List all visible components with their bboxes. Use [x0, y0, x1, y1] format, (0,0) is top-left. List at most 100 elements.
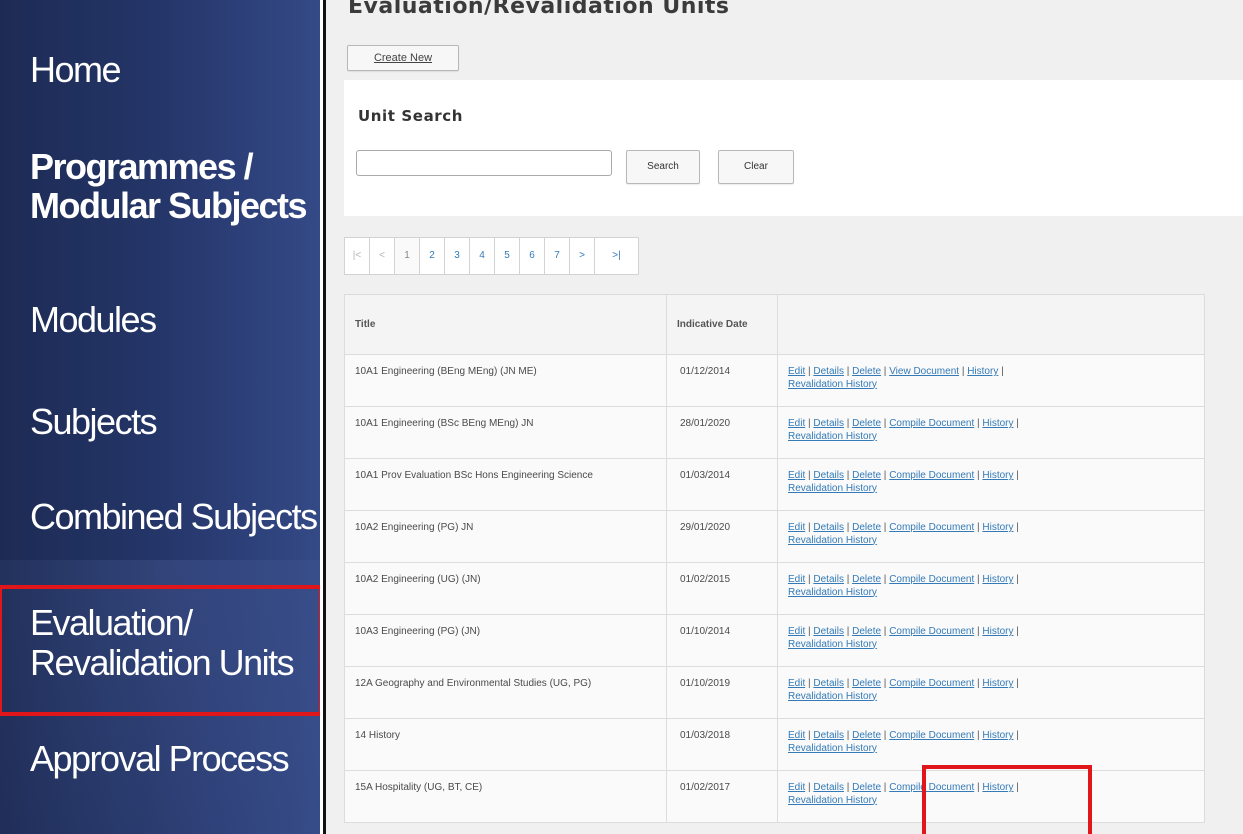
row-title: 10A2 Engineering (PG) JN: [344, 510, 667, 563]
nav-item-label: Subjects: [30, 401, 158, 442]
table-row: 14 History 01/03/2018 Edit | Details | Del…: [344, 718, 1205, 771]
details-link[interactable]: Details: [813, 626, 844, 637]
pager-page-1[interactable]: 1: [395, 238, 420, 274]
history-link[interactable]: History: [982, 730, 1013, 741]
nav-item-label: Modular Subjects: [30, 184, 308, 226]
nav-item-label: Combined Subjects: [30, 496, 318, 537]
delete-link[interactable]: Delete: [852, 678, 881, 689]
row-indicative-date: 01/02/2017: [666, 770, 778, 823]
document-link[interactable]: Compile Document: [889, 574, 974, 585]
history-link[interactable]: History: [982, 678, 1013, 689]
delete-link[interactable]: Delete: [852, 782, 881, 793]
revalidation-history-link[interactable]: Revalidation History: [788, 535, 877, 546]
nav-item-subjects[interactable]: Subjects: [30, 401, 158, 442]
document-link[interactable]: Compile Document: [889, 522, 974, 533]
history-link[interactable]: History: [982, 626, 1013, 637]
details-link[interactable]: Details: [813, 522, 844, 533]
row-actions: Edit | Details | Delete | View Document …: [777, 354, 1205, 407]
details-link[interactable]: Details: [813, 418, 844, 429]
revalidation-history-link[interactable]: Revalidation History: [788, 795, 877, 806]
table-row: 10A2 Engineering (UG) (JN) 01/02/2015 Edit…: [344, 562, 1205, 615]
edit-link[interactable]: Edit: [788, 522, 805, 533]
nav-item-approval-process[interactable]: Approval Process: [30, 741, 290, 777]
pager-prev[interactable]: <: [370, 238, 395, 274]
pager-first[interactable]: |<: [345, 238, 370, 274]
nav-item-modules[interactable]: Modules: [30, 299, 157, 340]
edit-link[interactable]: Edit: [788, 782, 805, 793]
history-link[interactable]: History: [982, 574, 1013, 585]
details-link[interactable]: Details: [813, 782, 844, 793]
document-link[interactable]: Compile Document: [889, 782, 974, 793]
revalidation-history-link[interactable]: Revalidation History: [788, 483, 877, 494]
nav-item-label: Modules: [30, 299, 157, 340]
row-actions: Edit | Details | Delete | Compile Docume…: [777, 562, 1205, 615]
create-new-button[interactable]: Create New: [347, 45, 459, 71]
document-link[interactable]: Compile Document: [889, 418, 974, 429]
edit-link[interactable]: Edit: [788, 470, 805, 481]
search-button[interactable]: Search: [626, 150, 700, 184]
details-link[interactable]: Details: [813, 678, 844, 689]
pager-last[interactable]: >|: [595, 238, 638, 274]
document-link[interactable]: View Document: [889, 366, 959, 377]
clear-button[interactable]: Clear: [718, 150, 794, 184]
history-link[interactable]: History: [982, 470, 1013, 481]
nav-item-evaluation-revalidation-units[interactable]: Evaluation/ Revalidation Units: [30, 602, 295, 684]
history-link[interactable]: History: [967, 366, 998, 377]
delete-link[interactable]: Delete: [852, 522, 881, 533]
document-link[interactable]: Compile Document: [889, 470, 974, 481]
details-link[interactable]: Details: [813, 574, 844, 585]
delete-link[interactable]: Delete: [852, 574, 881, 585]
row-actions: Edit | Details | Delete | Compile Docume…: [777, 614, 1205, 667]
details-link[interactable]: Details: [813, 366, 844, 377]
history-link[interactable]: History: [982, 782, 1013, 793]
delete-link[interactable]: Delete: [852, 470, 881, 481]
row-title: 15A Hospitality (UG, BT, CE): [344, 770, 667, 823]
document-link[interactable]: Compile Document: [889, 626, 974, 637]
document-link[interactable]: Compile Document: [889, 678, 974, 689]
history-link[interactable]: History: [982, 522, 1013, 533]
pager-page-6[interactable]: 6: [520, 238, 545, 274]
delete-link[interactable]: Delete: [852, 418, 881, 429]
nav-item-home[interactable]: Home: [30, 52, 122, 88]
delete-link[interactable]: Delete: [852, 626, 881, 637]
row-indicative-date: 01/03/2014: [666, 458, 778, 511]
edit-link[interactable]: Edit: [788, 418, 805, 429]
row-title: 12A Geography and Environmental Studies …: [344, 666, 667, 719]
pagination: |< < 1 2 3 4 5 6 7 > >|: [344, 237, 639, 275]
revalidation-history-link[interactable]: Revalidation History: [788, 379, 877, 390]
pager-page-2[interactable]: 2: [420, 238, 445, 274]
column-header-actions: [777, 294, 1205, 355]
pager-page-7[interactable]: 7: [545, 238, 570, 274]
edit-link[interactable]: Edit: [788, 366, 805, 377]
nav-item-programmes[interactable]: Programmes / Modular Subjects: [30, 146, 308, 226]
details-link[interactable]: Details: [813, 730, 844, 741]
row-title: 10A1 Engineering (BEng MEng) (JN ME): [344, 354, 667, 407]
row-indicative-date: 01/12/2014: [666, 354, 778, 407]
table-row: 10A1 Engineering (BEng MEng) (JN ME) 01/1…: [344, 354, 1205, 407]
row-actions: Edit | Details | Delete | Compile Docume…: [777, 406, 1205, 459]
edit-link[interactable]: Edit: [788, 626, 805, 637]
revalidation-history-link[interactable]: Revalidation History: [788, 639, 877, 650]
edit-link[interactable]: Edit: [788, 730, 805, 741]
nav-item-label: Evaluation/: [30, 602, 193, 643]
table-row: 15A Hospitality (UG, BT, CE) 01/02/2017 Ed…: [344, 770, 1205, 823]
revalidation-history-link[interactable]: Revalidation History: [788, 743, 877, 754]
pager-page-3[interactable]: 3: [445, 238, 470, 274]
document-link[interactable]: Compile Document: [889, 730, 974, 741]
delete-link[interactable]: Delete: [852, 366, 881, 377]
pager-page-5[interactable]: 5: [495, 238, 520, 274]
pager-page-4[interactable]: 4: [470, 238, 495, 274]
revalidation-history-link[interactable]: Revalidation History: [788, 587, 877, 598]
search-input[interactable]: [356, 150, 612, 176]
details-link[interactable]: Details: [813, 470, 844, 481]
revalidation-history-link[interactable]: Revalidation History: [788, 691, 877, 702]
pager-next[interactable]: >: [570, 238, 595, 274]
history-link[interactable]: History: [982, 418, 1013, 429]
edit-link[interactable]: Edit: [788, 678, 805, 689]
nav-item-label: Revalidation Units: [30, 642, 295, 684]
revalidation-history-link[interactable]: Revalidation History: [788, 431, 877, 442]
nav-item-label: Programmes /: [30, 146, 254, 187]
edit-link[interactable]: Edit: [788, 574, 805, 585]
delete-link[interactable]: Delete: [852, 730, 881, 741]
nav-item-combined-subjects[interactable]: Combined Subjects: [30, 496, 318, 537]
